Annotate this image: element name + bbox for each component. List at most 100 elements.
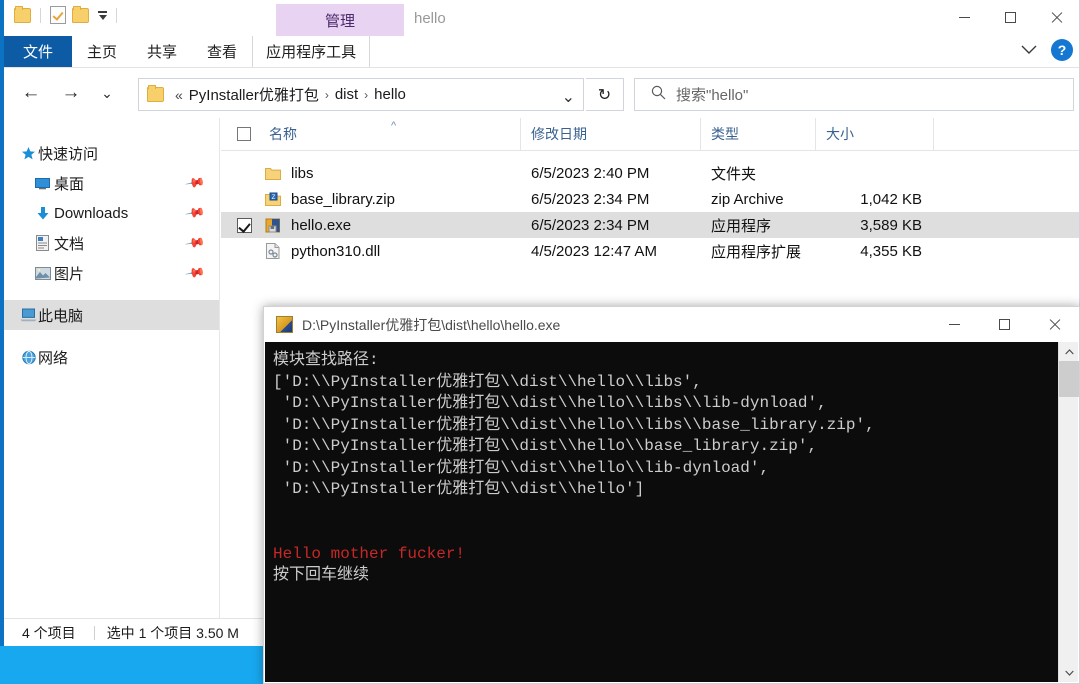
file-name: hello.exe	[291, 216, 352, 234]
console-maximize-button[interactable]	[979, 307, 1029, 342]
minimize-button[interactable]	[941, 0, 987, 34]
row-type-cell: 应用程序	[711, 217, 772, 235]
maximize-icon	[998, 319, 1010, 330]
row-checkbox-cell[interactable]	[221, 212, 259, 238]
row-date-cell: 6/5/2023 2:34 PM	[531, 190, 650, 208]
refresh-button[interactable]: ↻	[586, 78, 624, 111]
new-folder-icon[interactable]	[72, 5, 89, 23]
folder-icon[interactable]	[14, 5, 31, 23]
scroll-down-icon[interactable]	[1059, 663, 1079, 682]
file-rows: libs 6/5/2023 2:40 PM 文件夹 Z base_library…	[221, 151, 1079, 264]
console-line: 'D:\\PyInstaller优雅打包\\dist\\hello\\lib-d…	[273, 458, 770, 477]
row-checkbox[interactable]	[237, 217, 252, 233]
column-size-label: 大小	[826, 126, 854, 142]
sidebar-item-desktop[interactable]: 桌面 📌	[4, 168, 219, 198]
row-checkbox-cell[interactable]	[221, 186, 259, 212]
table-row[interactable]: python310.dll 4/5/2023 12:47 AM 应用程序扩展 4…	[221, 238, 1079, 264]
context-tab-manage[interactable]: 管理	[276, 4, 404, 36]
tab-share[interactable]: 共享	[132, 36, 192, 67]
sidebar-item-downloads[interactable]: Downloads 📌	[4, 198, 219, 228]
svg-text:Z: Z	[272, 194, 276, 200]
row-type-cell: zip Archive	[711, 190, 784, 208]
console-scrollbar[interactable]	[1058, 342, 1079, 682]
sidebar-label: 文档	[54, 235, 85, 253]
pin-icon[interactable]: 📌	[184, 202, 206, 224]
console-line: ['D:\\PyInstaller优雅打包\\dist\\hello\\libs…	[273, 372, 702, 391]
sidebar-item-documents[interactable]: 文档 📌	[4, 228, 219, 258]
console-line: 'D:\\PyInstaller优雅打包\\dist\\hello\\base_…	[273, 437, 818, 455]
column-date-modified[interactable]: 修改日期	[521, 118, 701, 150]
table-row[interactable]: hello.exe 6/5/2023 2:34 PM 应用程序 3,589 KB	[221, 212, 1079, 238]
console-line: 'D:\\PyInstaller优雅打包\\dist\\hello']	[273, 480, 645, 498]
ribbon-tab-strip: 文件 主页 共享 查看 应用程序工具	[4, 36, 1079, 67]
column-size[interactable]: 大小	[816, 118, 934, 150]
forward-button[interactable]: →	[56, 78, 86, 108]
search-placeholder: 搜索"hello"	[676, 87, 749, 104]
row-checkbox-cell[interactable]	[221, 238, 259, 264]
recent-locations-button[interactable]: ⌄	[92, 78, 122, 108]
toolbar-divider	[40, 7, 41, 23]
scroll-up-icon[interactable]	[1059, 342, 1079, 361]
tab-home[interactable]: 主页	[72, 36, 132, 67]
help-button[interactable]: ?	[1051, 39, 1073, 61]
row-type-cell: 文件夹	[711, 165, 757, 183]
sidebar-item-this-pc[interactable]: 此电脑	[4, 300, 219, 330]
breadcrumb-item-2[interactable]: hello	[371, 86, 409, 103]
breadcrumb-separator-1[interactable]: ›	[361, 88, 371, 102]
tab-share-label: 共享	[147, 44, 178, 61]
table-row[interactable]: libs 6/5/2023 2:40 PM 文件夹	[221, 160, 1079, 186]
toolbar-divider-2	[116, 7, 117, 23]
file-name: python310.dll	[291, 242, 381, 260]
screen: 管理 hello 文件 主页 共享 查看 应用程序工具 ? ← → ⌄ « Py…	[0, 0, 1080, 684]
close-icon	[1050, 11, 1063, 24]
scrollbar-thumb[interactable]	[1059, 361, 1079, 397]
breadcrumb-separator-0[interactable]: ›	[322, 88, 332, 102]
file-name: libs	[291, 164, 314, 182]
row-checkbox-cell[interactable]	[221, 160, 259, 186]
customize-dropdown-icon[interactable]	[95, 10, 107, 20]
sidebar-item-network[interactable]: 网络	[4, 342, 219, 372]
address-dropdown-icon[interactable]: ⌄	[562, 87, 575, 107]
row-name-cell: python310.dll	[259, 238, 521, 264]
breadcrumb-item-1[interactable]: dist	[332, 86, 361, 103]
sidebar-item-pictures[interactable]: 图片 📌	[4, 258, 219, 288]
maximize-button[interactable]	[987, 0, 1033, 34]
table-row[interactable]: Z base_library.zip 6/5/2023 2:34 PM zip …	[221, 186, 1079, 212]
tab-application-tools[interactable]: 应用程序工具	[252, 36, 371, 67]
pin-icon[interactable]: 📌	[184, 262, 206, 284]
select-all-checkbox[interactable]	[237, 127, 251, 141]
console-minimize-button[interactable]	[929, 307, 979, 342]
back-button[interactable]: ←	[16, 78, 46, 108]
search-box[interactable]: 搜索"hello"	[634, 78, 1074, 111]
console-title-bar[interactable]: D:\PyInstaller优雅打包\dist\hello\hello.exe	[264, 307, 1079, 342]
tab-file[interactable]: 文件	[4, 36, 73, 67]
column-name[interactable]: 名称 ^	[259, 118, 521, 150]
pin-icon[interactable]: 📌	[184, 232, 206, 254]
tab-view-label: 查看	[207, 44, 238, 61]
console-close-button[interactable]	[1029, 307, 1079, 342]
select-all-checkbox-cell[interactable]	[221, 118, 259, 150]
tab-view[interactable]: 查看	[192, 36, 252, 67]
address-folder-icon	[147, 85, 164, 102]
address-bar[interactable]: « PyInstaller优雅打包 › dist › hello ⌄	[138, 78, 584, 111]
network-icon	[20, 349, 37, 366]
breadcrumb-item-0[interactable]: PyInstaller优雅打包	[186, 84, 322, 105]
console-window: D:\PyInstaller优雅打包\dist\hello\hello.exe …	[263, 306, 1080, 684]
context-tab-label: 管理	[324, 12, 355, 30]
close-button[interactable]	[1033, 0, 1079, 34]
row-name-cell: hello.exe	[259, 212, 521, 238]
quick-access-toolbar	[14, 5, 120, 24]
this-pc-icon	[20, 307, 37, 324]
row-size-cell: 4,355 KB	[860, 242, 922, 260]
chevron-down-icon[interactable]	[1017, 38, 1041, 62]
sort-ascending-icon: ^	[391, 120, 397, 132]
column-type-label: 类型	[711, 126, 739, 142]
properties-icon[interactable]	[50, 6, 66, 24]
row-date-cell: 6/5/2023 2:34 PM	[531, 216, 650, 234]
console-output[interactable]: 模块查找路径: ['D:\\PyInstaller优雅打包\\dist\\hel…	[265, 342, 1060, 682]
column-type[interactable]: 类型	[701, 118, 816, 150]
pin-icon[interactable]: 📌	[184, 172, 206, 194]
sidebar-item-quick-access[interactable]: 快速访问	[4, 138, 219, 168]
row-size-cell: 3,589 KB	[860, 216, 922, 234]
ribbon-right-controls: ?	[1017, 38, 1073, 62]
